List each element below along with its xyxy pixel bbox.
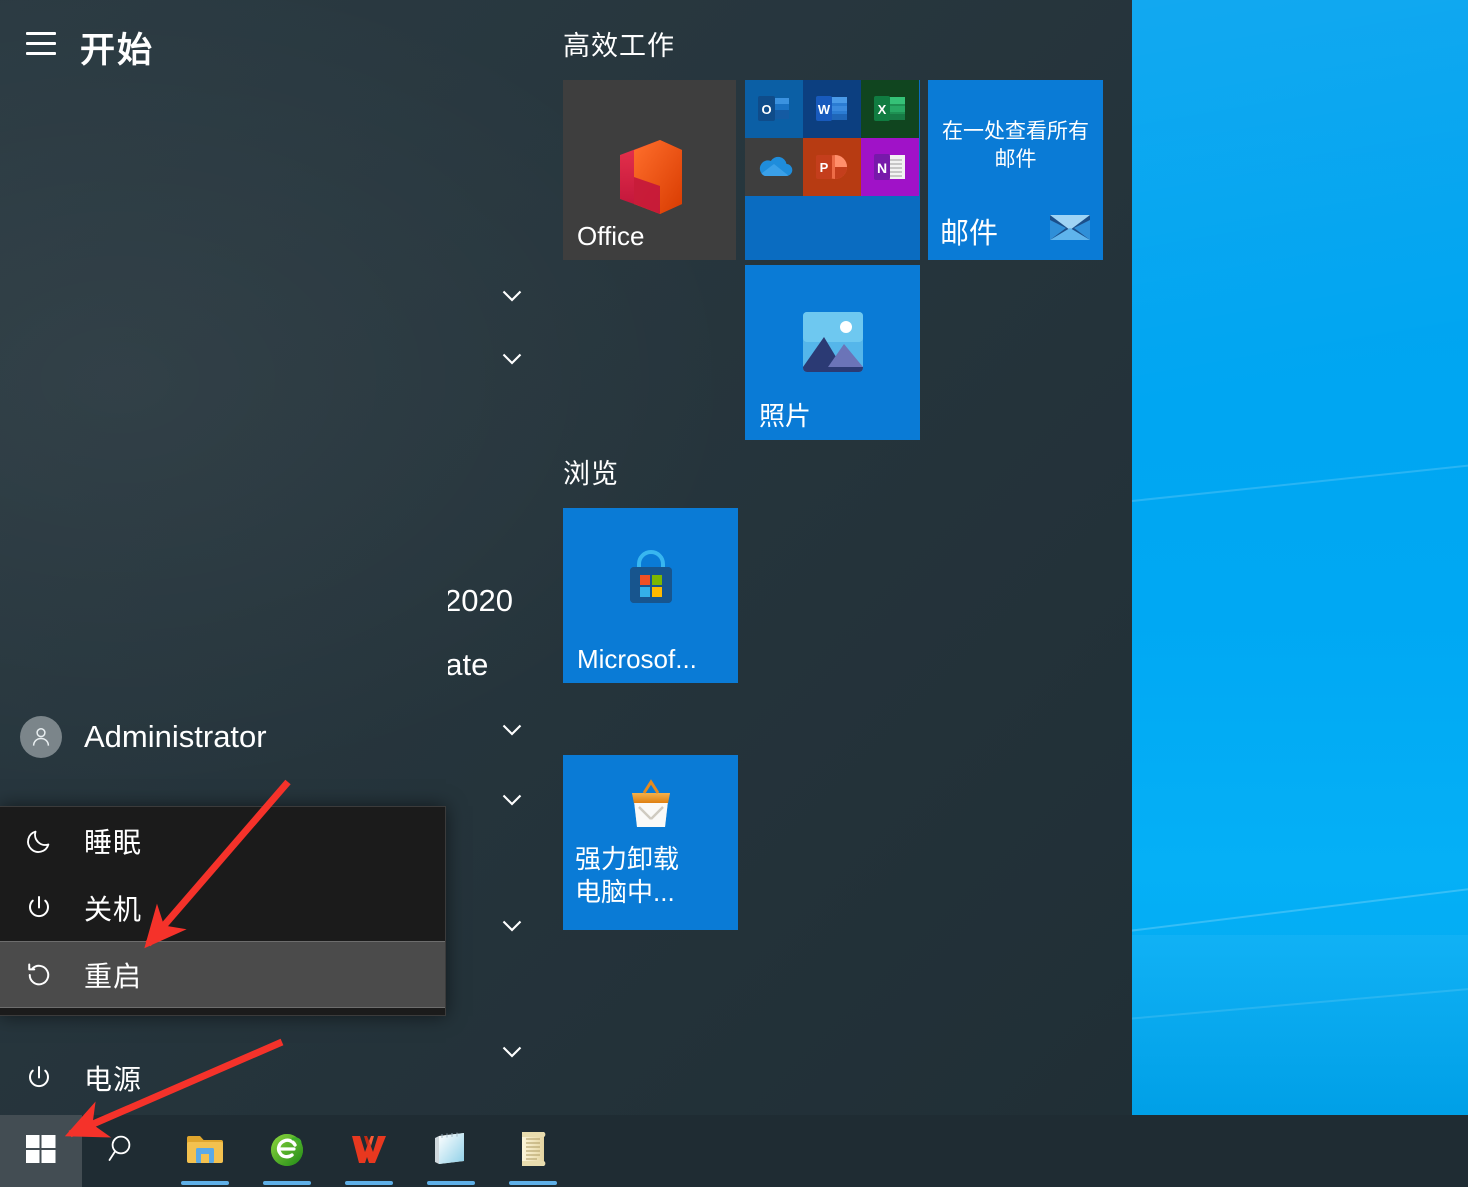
svg-text:N: N <box>877 160 887 176</box>
onedrive-icon[interactable] <box>745 138 803 196</box>
power-menu-item-label: 关机 <box>84 893 143 925</box>
tile-office-apps-group[interactable]: O W X P N <box>745 80 920 260</box>
mail-tile-headline: 在一处查看所有邮件 <box>942 120 1089 172</box>
power-menu-item-restart[interactable]: 重启 <box>0 941 445 1008</box>
taskbar-file-explorer[interactable] <box>164 1115 246 1187</box>
tile-label: Microsof... <box>577 644 697 675</box>
power-menu-item-sleep[interactable]: 睡眠 <box>0 807 445 874</box>
moon-icon <box>22 824 56 858</box>
tile-office[interactable]: Office <box>563 80 736 260</box>
notepad-icon <box>431 1131 471 1172</box>
taskbar-notepad[interactable] <box>410 1115 492 1187</box>
taskbar-document-app[interactable] <box>492 1115 574 1187</box>
tile-uninstaller[interactable]: 强力卸载 电脑中... <box>563 755 738 930</box>
taskbar-running-indicator <box>509 1181 557 1185</box>
power-menu-item-label: 睡眠 <box>84 826 143 858</box>
taskbar-browser-360[interactable] <box>246 1115 328 1187</box>
svg-text:P: P <box>820 160 829 175</box>
microsoft-store-icon <box>620 550 682 617</box>
chevron-down-icon[interactable] <box>495 712 529 746</box>
browser-e-icon <box>267 1129 307 1174</box>
user-avatar-icon <box>20 716 62 758</box>
onenote-icon[interactable]: N <box>861 138 919 196</box>
power-button-label: 电源 <box>84 1064 143 1095</box>
start-menu-left-rail: 开始 Administrator 睡眠 关机 重启 电源 <box>0 0 448 1115</box>
svg-text:O: O <box>761 102 771 117</box>
tile-label: 照片 <box>759 401 812 432</box>
start-menu-panel: 开始 Administrator 睡眠 关机 重启 电源 2020 ate 高效… <box>0 0 1132 1115</box>
power-menu-item-shutdown[interactable]: 关机 <box>0 874 445 941</box>
mail-envelope-icon <box>1049 211 1091 246</box>
outlook-icon[interactable]: O <box>745 80 803 138</box>
app-list-entry[interactable]: 2020 <box>448 583 513 619</box>
taskbar-running-indicator <box>427 1181 475 1185</box>
wps-icon <box>350 1132 388 1171</box>
folder-icon <box>185 1132 225 1171</box>
chevron-down-icon[interactable] <box>495 908 529 942</box>
start-menu-header: 开始 <box>0 0 448 96</box>
windows-logo-icon <box>25 1133 57 1170</box>
user-account-button[interactable]: Administrator <box>20 716 267 758</box>
powerpoint-icon[interactable]: P <box>803 138 861 196</box>
svg-text:W: W <box>818 102 831 117</box>
taskbar-start-button[interactable] <box>0 1115 82 1187</box>
tile-label: 强力卸载 电脑中... <box>575 843 730 910</box>
app-list-entry[interactable]: date <box>448 647 488 683</box>
chevron-down-icon[interactable] <box>495 1034 529 1068</box>
tile-label-line1: 强力卸载 <box>575 844 680 874</box>
power-menu-item-label: 重启 <box>84 960 143 992</box>
chevron-down-icon[interactable] <box>495 278 529 312</box>
excel-icon[interactable]: X <box>861 80 919 138</box>
tile-label-line2: 电脑中... <box>575 877 675 908</box>
app-list-column: 2020 date <box>448 0 560 1115</box>
chevron-down-icon[interactable] <box>495 782 529 816</box>
page-title: 开始 <box>80 31 155 70</box>
tile-photos[interactable]: 照片 <box>745 265 920 440</box>
user-name-label: Administrator <box>84 719 267 754</box>
tiles-area: 高效工作 Office O W X P N 在一处查看所有邮件 邮件 照片 浏览… <box>560 0 1132 1115</box>
taskbar-running-indicator <box>345 1181 393 1185</box>
search-icon <box>106 1132 140 1171</box>
hamburger-menu-icon[interactable] <box>26 32 58 58</box>
power-button[interactable]: 电源 <box>0 1046 142 1110</box>
tile-microsoft-store[interactable]: Microsof... <box>563 508 738 683</box>
taskbar-running-indicator <box>181 1181 229 1185</box>
chevron-down-icon[interactable] <box>495 341 529 375</box>
wallpaper-line <box>1132 873 1468 939</box>
scroll-document-icon <box>517 1130 549 1173</box>
taskbar-wps-office[interactable] <box>328 1115 410 1187</box>
tile-group-title: 高效工作 <box>563 31 675 61</box>
wallpaper <box>1132 0 1468 1115</box>
tile-label: Office <box>577 221 645 252</box>
tile-group-title: 浏览 <box>563 459 619 489</box>
photos-icon <box>802 311 864 378</box>
office-logo-icon <box>614 138 686 221</box>
wallpaper-line <box>1132 455 1468 507</box>
word-icon[interactable]: W <box>803 80 861 138</box>
power-options-flyout: 睡眠 关机 重启 <box>0 806 446 1016</box>
uninstaller-icon <box>622 779 680 838</box>
svg-text:X: X <box>878 102 887 117</box>
power-icon <box>22 1061 56 1095</box>
tile-mail[interactable]: 在一处查看所有邮件 邮件 <box>928 80 1103 260</box>
taskbar-search-button[interactable] <box>82 1115 164 1187</box>
taskbar-running-indicator <box>263 1181 311 1185</box>
tile-label: 邮件 <box>940 218 999 250</box>
taskbar <box>0 1115 1468 1187</box>
screen: 开始 Administrator 睡眠 关机 重启 电源 2020 ate 高效… <box>0 0 1468 1187</box>
wallpaper-shade <box>1132 935 1468 1115</box>
restart-icon <box>22 958 56 992</box>
power-icon <box>22 891 56 925</box>
